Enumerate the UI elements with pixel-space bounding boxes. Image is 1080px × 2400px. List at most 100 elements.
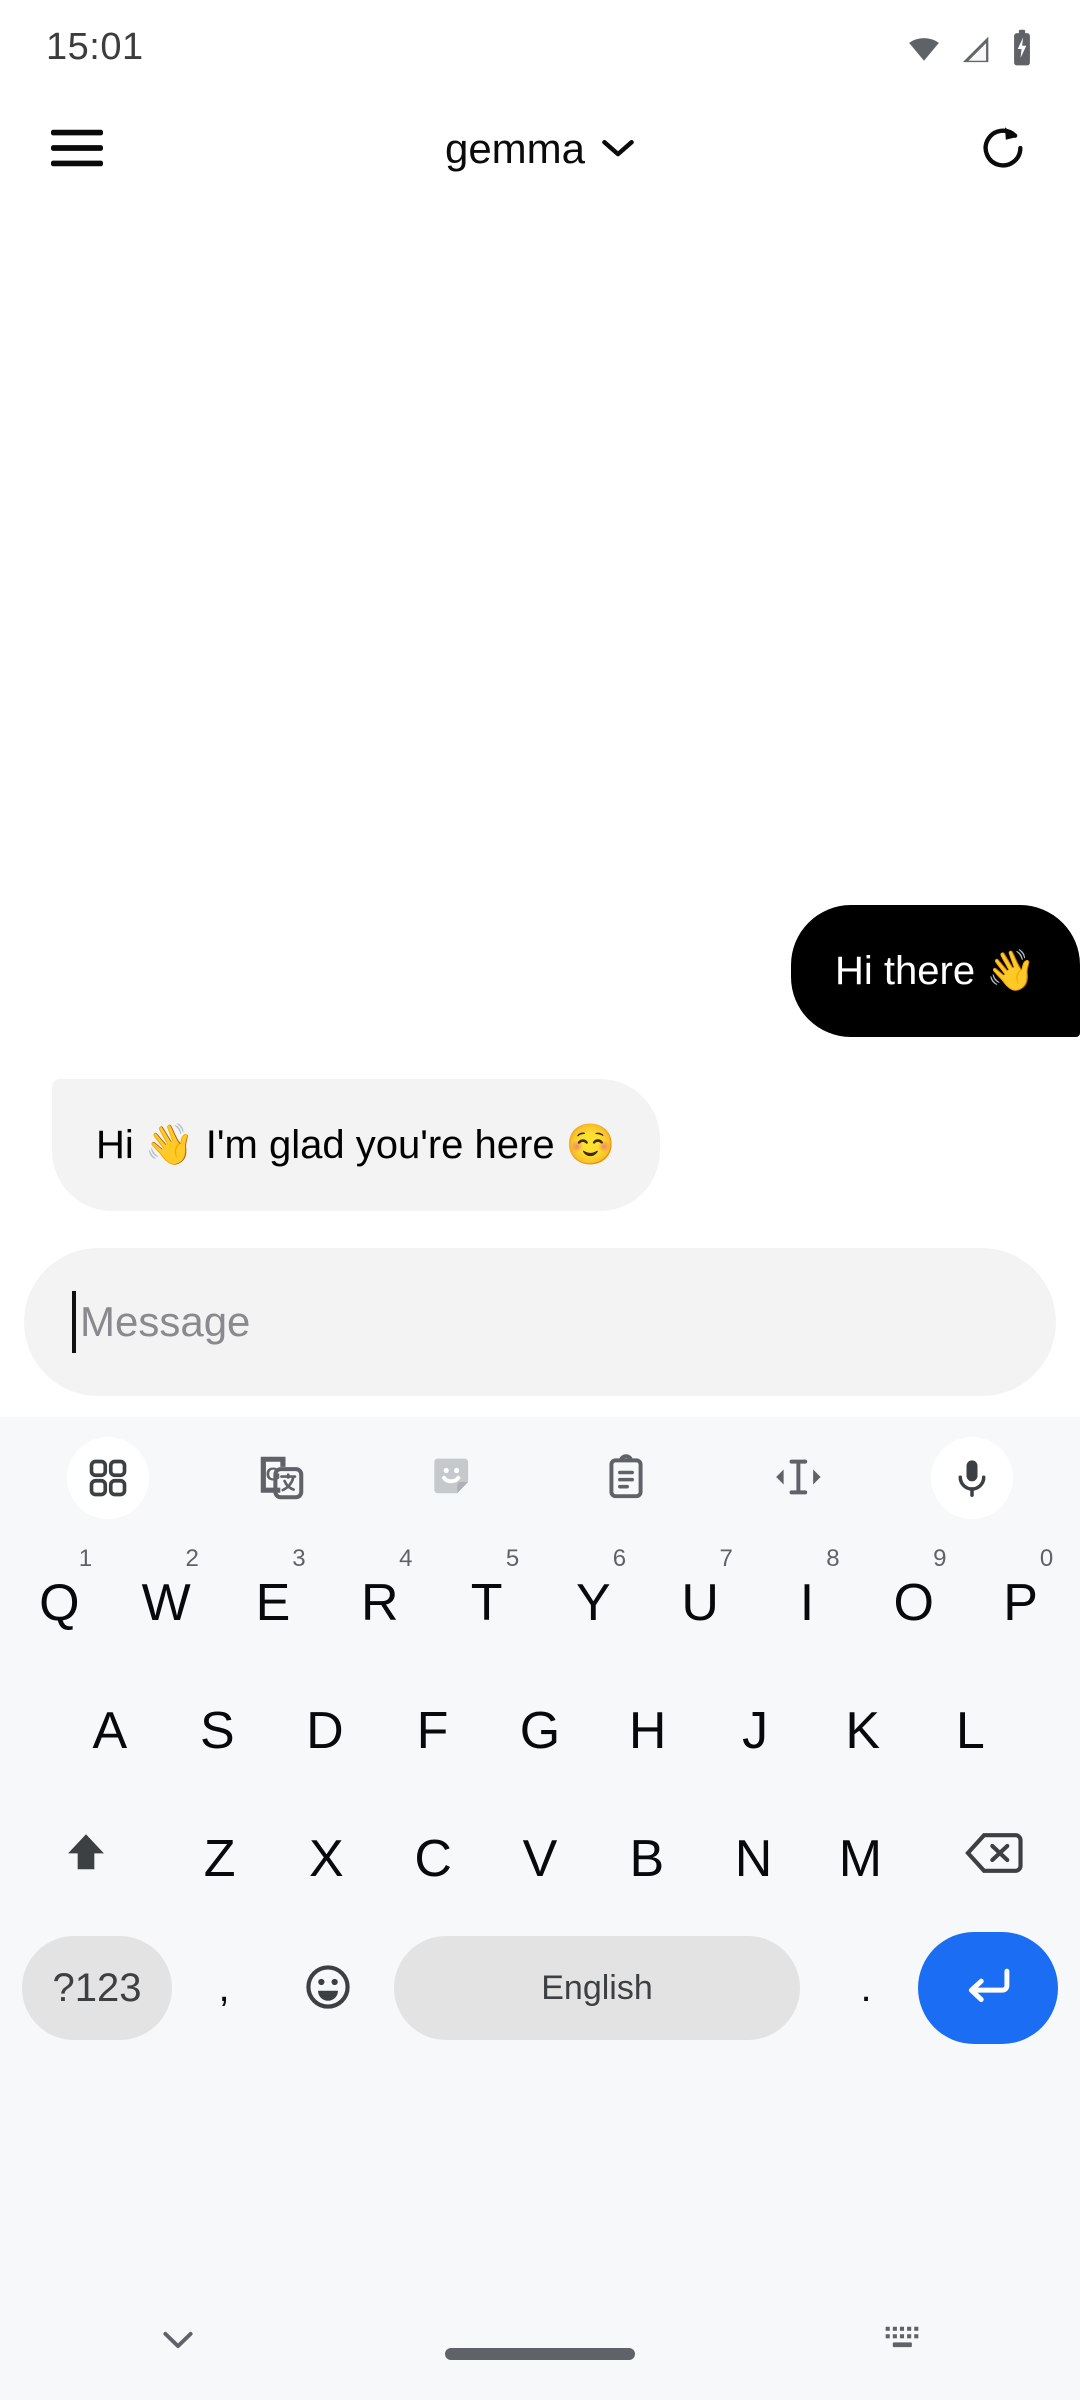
assistant-message-bubble[interactable]: Hi 👋 I'm glad you're here ☺️ [52, 1079, 660, 1211]
key-hint: 8 [826, 1545, 840, 1572]
key-c[interactable]: C [380, 1795, 487, 1923]
backspace-icon [964, 1829, 1023, 1889]
sticker-button[interactable] [367, 1417, 540, 1539]
key-o[interactable]: 9O [860, 1539, 967, 1667]
key-hint: 3 [292, 1545, 306, 1572]
app-bar-title-area: gemma [0, 125, 1080, 173]
period-key[interactable]: . [814, 1936, 918, 2040]
cellular-signal-icon [958, 31, 996, 65]
symbols-key[interactable]: ?123 [22, 1936, 172, 2040]
home-gesture-pill[interactable] [444, 2348, 635, 2360]
key-label: I [799, 1574, 815, 1632]
hide-keyboard-button[interactable] [160, 2327, 196, 2356]
refresh-button[interactable] [966, 112, 1040, 186]
text-cursor-move-icon [772, 1454, 826, 1503]
text-cursor-move-button[interactable] [713, 1417, 886, 1539]
key-label: P [1003, 1574, 1038, 1632]
key-label: Q [39, 1574, 80, 1632]
key-b[interactable]: B [593, 1795, 700, 1923]
message-input-placeholder: Message [80, 1298, 251, 1345]
key-a[interactable]: A [56, 1667, 164, 1795]
clipboard-button[interactable] [540, 1417, 713, 1539]
enter-key[interactable] [918, 1932, 1058, 2044]
status-time: 15:01 [46, 26, 144, 68]
key-h[interactable]: H [594, 1667, 702, 1795]
conversation-list: Hi there 👋 Hi 👋 I'm glad you're here ☺️ [0, 203, 1080, 1225]
key-hint: 4 [399, 1545, 413, 1572]
app-bar: gemma [0, 95, 1080, 203]
key-d[interactable]: D [271, 1667, 379, 1795]
key-y[interactable]: 6Y [540, 1539, 647, 1667]
keyboard-row-2: A S D F G H J K L [6, 1667, 1074, 1795]
key-n[interactable]: N [700, 1795, 807, 1923]
refresh-icon [977, 122, 1029, 177]
key-t[interactable]: 5T [433, 1539, 540, 1667]
microphone-button[interactable] [885, 1417, 1058, 1539]
key-hint: 5 [505, 1545, 520, 1572]
key-l[interactable]: L [917, 1667, 1025, 1795]
key-hint: 9 [933, 1545, 947, 1572]
key-f[interactable]: F [379, 1667, 487, 1795]
key-u[interactable]: 7U [647, 1539, 754, 1667]
enter-return-icon [961, 1960, 1015, 2017]
text-caret [72, 1291, 76, 1353]
key-p[interactable]: 0P [967, 1539, 1074, 1667]
keyboard-row-3: Z X C V B N M [6, 1795, 1074, 1923]
key-z[interactable]: Z [166, 1795, 273, 1923]
hamburger-menu-icon [51, 128, 103, 171]
key-j[interactable]: J [701, 1667, 809, 1795]
emoji-key[interactable] [276, 1936, 380, 2040]
key-m[interactable]: M [807, 1795, 914, 1923]
svg-text:G: G [266, 1464, 281, 1485]
chevron-down-icon [601, 137, 635, 162]
system-navigation-bar [0, 2282, 1080, 2400]
keyboard-toolbar: G [0, 1417, 1080, 1539]
key-hint: 1 [78, 1545, 93, 1572]
hamburger-menu-button[interactable] [40, 112, 114, 186]
chevron-down-icon [160, 2327, 196, 2356]
key-r[interactable]: 4R [326, 1539, 433, 1667]
key-label: E [255, 1574, 291, 1632]
sticker-icon [428, 1451, 480, 1506]
emoji-face-icon [303, 1962, 353, 2015]
key-q[interactable]: 1Q [6, 1539, 113, 1667]
google-translate-icon: G [254, 1450, 308, 1507]
apps-grid-button[interactable] [22, 1417, 195, 1539]
key-label: W [141, 1574, 191, 1632]
backspace-key[interactable] [914, 1795, 1074, 1923]
space-key[interactable]: English [394, 1936, 800, 2040]
model-selector-button[interactable]: gemma [445, 125, 635, 173]
composer: Message [0, 1248, 1080, 1396]
key-hint: 6 [612, 1545, 627, 1572]
key-v[interactable]: V [487, 1795, 594, 1923]
soft-keyboard: G 1 Q 2 W 3 E 4 R 5 T 6 Y 7 U 8 I 9 O 0 … [0, 1417, 1080, 2400]
user-message-bubble[interactable]: Hi there 👋 [791, 905, 1080, 1037]
key-g[interactable]: G [486, 1667, 594, 1795]
microphone-icon [930, 1437, 1013, 1519]
message-input[interactable]: Message [24, 1248, 1056, 1396]
keyboard-key-rows: 1Q 2W 3E 4R 5T 6Y 7U 8I 9O 0P A S D F G … [0, 1539, 1080, 2053]
comma-key[interactable]: , [172, 1936, 276, 2040]
key-e[interactable]: 3E [220, 1539, 327, 1667]
key-label: R [361, 1574, 399, 1632]
key-k[interactable]: K [809, 1667, 917, 1795]
switch-keyboard-button[interactable] [881, 2323, 923, 2360]
key-label: O [893, 1574, 934, 1632]
key-x[interactable]: X [273, 1795, 380, 1923]
shift-up-arrow-icon [61, 1828, 111, 1891]
keyboard-row-bottom: ?123 , English . [6, 1923, 1074, 2053]
key-i[interactable]: 8I [754, 1539, 861, 1667]
key-s[interactable]: S [164, 1667, 272, 1795]
key-label: U [681, 1574, 719, 1632]
keyboard-switch-icon [881, 2323, 923, 2360]
clipboard-icon [601, 1452, 651, 1505]
apps-grid-icon [67, 1437, 150, 1519]
message-row-user: Hi there 👋 [0, 905, 1080, 1037]
battery-charging-icon [1010, 29, 1034, 67]
google-translate-button[interactable]: G [195, 1417, 368, 1539]
status-bar: 15:01 [0, 0, 1080, 95]
shift-key[interactable] [6, 1795, 166, 1923]
key-hint: 7 [719, 1545, 733, 1572]
key-label: Y [576, 1574, 611, 1632]
key-w[interactable]: 2W [113, 1539, 220, 1667]
